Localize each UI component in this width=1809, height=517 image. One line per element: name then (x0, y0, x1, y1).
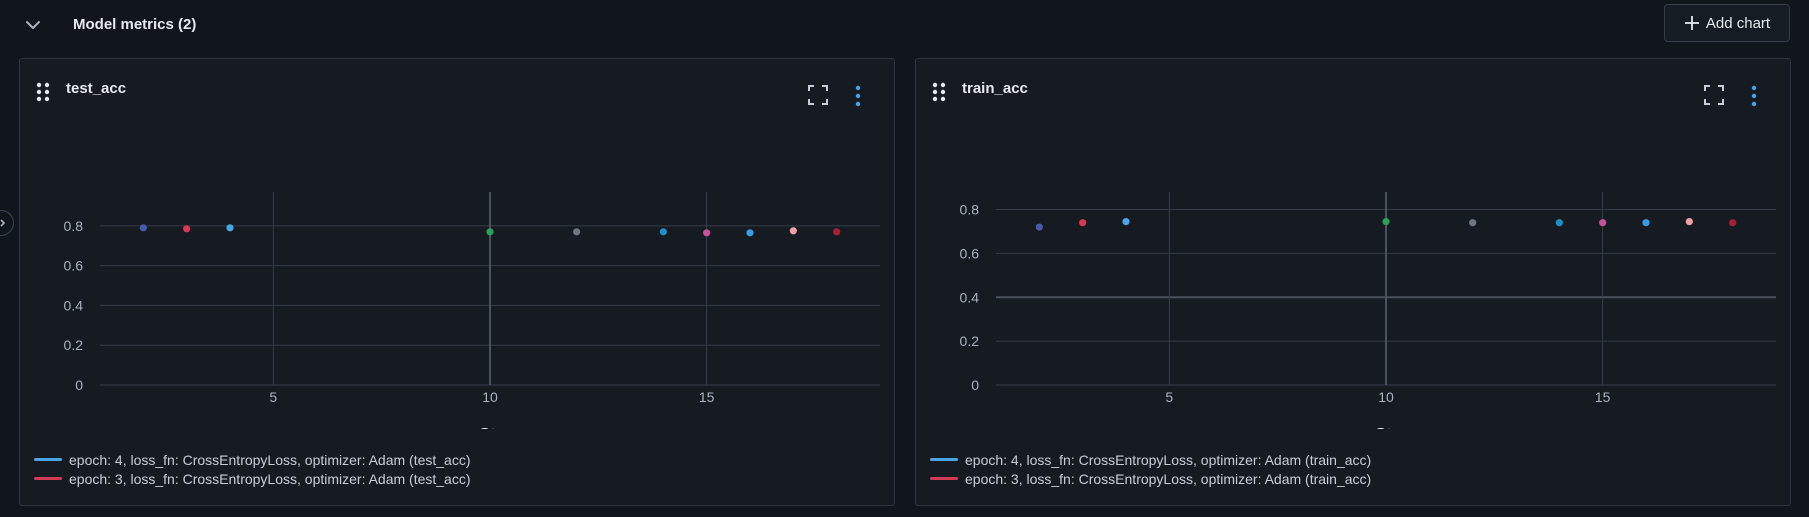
chevron-down-icon[interactable] (22, 14, 44, 36)
drag-handle-icon[interactable] (932, 82, 946, 102)
drag-handle-icon[interactable] (36, 82, 50, 102)
legend-swatch (930, 477, 958, 480)
legend-swatch (34, 477, 62, 480)
data-point[interactable] (1122, 218, 1130, 226)
add-chart-button[interactable]: Add chart (1664, 4, 1790, 42)
x-tick-label: 10 (1378, 389, 1394, 405)
legend-swatch (930, 458, 958, 461)
data-point[interactable] (659, 228, 667, 236)
data-point[interactable] (789, 227, 797, 235)
legend-item[interactable]: epoch: 4, loss_fn: CrossEntropyLoss, opt… (34, 450, 471, 469)
data-point[interactable] (183, 225, 191, 233)
data-point[interactable] (703, 229, 711, 237)
data-point[interactable] (1469, 219, 1477, 227)
chart-card-test-acc: test_acc 0 0.2 0.4 0.6 0.8 5 10 15 Step epoch: 4… (19, 58, 895, 506)
chart-card-train-acc: train_acc 0 0.2 0.4 0.6 0.8 5 10 15 Step epoch: … (915, 58, 1791, 506)
y-tick-label: 0.8 (960, 202, 980, 218)
data-point[interactable] (1079, 219, 1087, 227)
legend-label: epoch: 4, loss_fn: CrossEntropyLoss, opt… (965, 451, 1372, 468)
data-point[interactable] (1035, 223, 1043, 231)
data-point[interactable] (486, 228, 494, 236)
fullscreen-icon[interactable] (808, 85, 828, 105)
section-header: Model metrics (2) Add chart (0, 0, 1809, 50)
scatter-plot-train-acc: 0 0.2 0.4 0.6 0.8 5 10 15 Step (960, 192, 1776, 429)
sidebar-toggle-button[interactable] (0, 210, 14, 236)
y-tick-label: 0.6 (64, 258, 84, 274)
data-point[interactable] (139, 224, 147, 232)
y-tick-label: 0 (75, 377, 83, 393)
legend-swatch (34, 458, 62, 461)
chart-title: test_acc (66, 80, 127, 97)
data-point[interactable] (1555, 219, 1563, 227)
y-tick-label: 0 (971, 377, 979, 393)
legend-label: epoch: 3, loss_fn: CrossEntropyLoss, opt… (965, 470, 1372, 487)
kebab-icon[interactable] (854, 85, 862, 107)
x-tick-label: 5 (1165, 389, 1173, 405)
x-tick-label: 10 (482, 389, 498, 405)
scatter-plot-test-acc: 0 0.2 0.4 0.6 0.8 5 10 15 Step (64, 192, 880, 429)
x-tick-label: 5 (269, 389, 277, 405)
data-point[interactable] (226, 224, 234, 232)
y-tick-label: 0.8 (64, 218, 84, 234)
legend-item[interactable]: epoch: 3, loss_fn: CrossEntropyLoss, opt… (930, 469, 1371, 488)
data-point[interactable] (1685, 218, 1693, 226)
data-point[interactable] (833, 228, 841, 236)
x-tick-label: 15 (699, 389, 715, 405)
legend: epoch: 4, loss_fn: CrossEntropyLoss, opt… (930, 450, 1371, 488)
legend: epoch: 4, loss_fn: CrossEntropyLoss, opt… (34, 450, 471, 488)
y-tick-label: 0.2 (64, 337, 84, 353)
x-axis-label: Step (1374, 425, 1411, 429)
x-axis-label: Step (478, 425, 515, 429)
y-tick-label: 0.2 (960, 333, 980, 349)
legend-label: epoch: 3, loss_fn: CrossEntropyLoss, opt… (69, 470, 471, 487)
data-point[interactable] (746, 229, 754, 237)
y-tick-label: 0.6 (960, 245, 980, 261)
add-chart-label: Add chart (1705, 14, 1771, 32)
x-tick-label: 15 (1595, 389, 1611, 405)
data-point[interactable] (1382, 218, 1390, 226)
section-title: Model metrics (2) (73, 16, 197, 33)
chart-title: train_acc (962, 80, 1028, 97)
legend-item[interactable]: epoch: 3, loss_fn: CrossEntropyLoss, opt… (34, 469, 471, 488)
legend-item[interactable]: epoch: 4, loss_fn: CrossEntropyLoss, opt… (930, 450, 1371, 469)
plus-icon (1684, 16, 1699, 30)
data-point[interactable] (1729, 219, 1737, 227)
fullscreen-icon[interactable] (1704, 85, 1724, 105)
data-point[interactable] (1599, 219, 1607, 227)
data-point[interactable] (573, 228, 581, 236)
kebab-icon[interactable] (1750, 85, 1758, 107)
data-point[interactable] (1642, 219, 1650, 227)
y-tick-label: 0.4 (64, 297, 84, 313)
y-tick-label: 0.4 (960, 289, 980, 305)
legend-label: epoch: 4, loss_fn: CrossEntropyLoss, opt… (69, 451, 471, 468)
chevron-right-icon (0, 219, 6, 227)
